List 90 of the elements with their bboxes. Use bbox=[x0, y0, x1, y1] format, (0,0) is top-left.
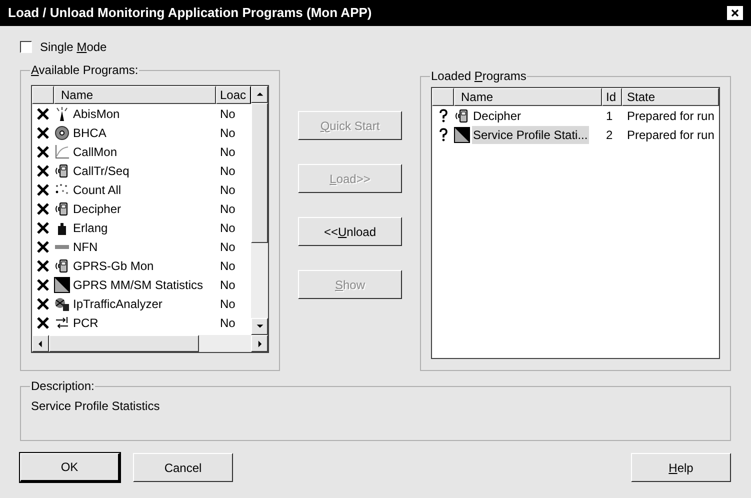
horizontal-scrollbar[interactable] bbox=[32, 335, 268, 352]
loaded-row[interactable]: Service Profile Stati... 2 Prepared for run bbox=[432, 125, 719, 144]
program-name: BHCA bbox=[73, 124, 106, 142]
dialog-button[interactable]: Help bbox=[631, 453, 731, 482]
scroll-right-button[interactable] bbox=[251, 335, 268, 352]
program-name: IpTrafficAnalyzer bbox=[73, 296, 162, 312]
phone-icon bbox=[454, 108, 470, 124]
phone-icon bbox=[54, 258, 70, 274]
program-name: NFN bbox=[73, 238, 98, 256]
program-name: Count All bbox=[73, 182, 122, 198]
dialog-button[interactable]: Cancel bbox=[133, 453, 233, 482]
group-label: Available Programs: bbox=[30, 62, 140, 79]
close-icon bbox=[731, 9, 739, 17]
program-row[interactable]: Decipher No bbox=[32, 199, 251, 218]
checkbox-label: Single Mode bbox=[40, 39, 107, 56]
phone-icon bbox=[54, 200, 70, 216]
scroll-thumb[interactable] bbox=[251, 103, 268, 243]
program-name: Decipher bbox=[73, 200, 122, 218]
program-row[interactable]: Erlang No bbox=[32, 218, 251, 237]
scroll-right-icon bbox=[256, 340, 264, 348]
program-name: AbisMon bbox=[73, 106, 120, 122]
program-row[interactable]: CallMon No bbox=[32, 142, 251, 161]
loaded-list[interactable]: Name Id State Decipher 1 Prepared for run Service Profile Stati... 2 Prepared for run bbox=[431, 87, 720, 359]
column-header[interactable]: Loac bbox=[216, 86, 251, 104]
program-row[interactable]: AbisMon No bbox=[32, 104, 251, 123]
program-name: CallMon bbox=[73, 144, 118, 160]
program-name: Erlang bbox=[73, 220, 108, 236]
column-header[interactable]: Name bbox=[454, 88, 602, 106]
loaded-row[interactable]: Decipher 1 Prepared for run bbox=[432, 106, 719, 125]
action-button[interactable]: <<Unload bbox=[298, 217, 402, 246]
column-header[interactable]: State bbox=[622, 88, 719, 106]
loaded-value: No bbox=[219, 200, 236, 218]
checkbox[interactable] bbox=[20, 41, 32, 53]
statistics-icon bbox=[454, 126, 470, 142]
vertical-scrollbar[interactable] bbox=[251, 86, 268, 335]
program-id: 2 bbox=[605, 126, 614, 144]
loaded-value: No bbox=[219, 162, 236, 180]
column-header[interactable] bbox=[432, 88, 454, 106]
scroll-down-icon bbox=[256, 322, 264, 330]
network-icon bbox=[54, 296, 70, 312]
column-header[interactable] bbox=[32, 86, 54, 104]
program-name: GPRS-Gb Mon bbox=[73, 258, 154, 274]
column-header[interactable]: Id bbox=[602, 88, 622, 106]
program-row[interactable]: NFN No bbox=[32, 237, 251, 256]
window-title: Load / Unload Monitoring Application Programs (Mon APP) bbox=[8, 4, 372, 22]
program-id: 1 bbox=[605, 108, 614, 124]
scroll-left-button[interactable] bbox=[32, 335, 49, 352]
loaded-value: No bbox=[219, 238, 236, 256]
loaded-value: No bbox=[219, 106, 236, 122]
program-row[interactable]: CallTr/Seq No bbox=[32, 161, 251, 180]
phone-icon bbox=[54, 162, 70, 178]
close-button[interactable] bbox=[727, 6, 743, 20]
program-name: Decipher bbox=[472, 108, 522, 124]
group-label: Loaded Programs bbox=[430, 68, 528, 85]
column-header[interactable]: Name bbox=[54, 86, 216, 104]
scroll-down-button[interactable] bbox=[251, 318, 268, 335]
program-name: CallTr/Seq bbox=[73, 162, 130, 180]
program-row[interactable]: Count All No bbox=[32, 180, 251, 199]
loaded-value: No bbox=[219, 296, 236, 312]
program-row[interactable]: PCR No bbox=[32, 313, 251, 332]
program-list[interactable]: Name Loac AbisMon No BHCA No CallMon No CallTr/Seq No Count All No Decipher No Erlang No NFN No GPRS-Gb Mon No GPRS MM/SM Statistics No IpTrafficAnalyzer No PCR No bbox=[31, 85, 269, 353]
loaded-value: No bbox=[219, 124, 236, 142]
description-text: Service Profile Statistics bbox=[31, 398, 161, 415]
graph-icon bbox=[54, 144, 70, 160]
scroll-thumb[interactable] bbox=[49, 335, 199, 352]
program-row[interactable]: GPRS-Gb Mon No bbox=[32, 256, 251, 275]
scroll-up-icon bbox=[256, 90, 264, 98]
program-row[interactable]: IpTrafficAnalyzer No bbox=[32, 294, 251, 313]
program-state: Prepared for run bbox=[626, 126, 714, 144]
loaded-value: No bbox=[219, 276, 236, 294]
statistics-icon bbox=[54, 276, 70, 292]
program-name: PCR bbox=[73, 314, 98, 332]
loaded-value: No bbox=[219, 258, 236, 274]
scroll-up-button[interactable] bbox=[251, 86, 268, 103]
program-name: Service Profile Stati... bbox=[472, 126, 589, 144]
scroll-left-icon bbox=[36, 340, 44, 348]
program-row[interactable]: GPRS MM/SM Statistics No bbox=[32, 275, 251, 294]
program-state: Prepared for run bbox=[626, 108, 714, 124]
loaded-value: No bbox=[219, 182, 236, 198]
arrows-icon bbox=[54, 314, 70, 330]
single-mode-checkbox[interactable]: Single Mode bbox=[20, 39, 731, 55]
loaded-value: No bbox=[219, 314, 236, 332]
group-label: Description: bbox=[30, 378, 96, 395]
disc-icon bbox=[54, 124, 70, 140]
program-row[interactable]: BHCA No bbox=[32, 123, 251, 142]
loaded-value: No bbox=[219, 220, 236, 236]
program-name: GPRS MM/SM Statistics bbox=[73, 276, 204, 294]
antenna-icon bbox=[54, 106, 70, 122]
loaded-value: No bbox=[219, 144, 236, 160]
dialog-button[interactable]: OK bbox=[20, 453, 120, 482]
